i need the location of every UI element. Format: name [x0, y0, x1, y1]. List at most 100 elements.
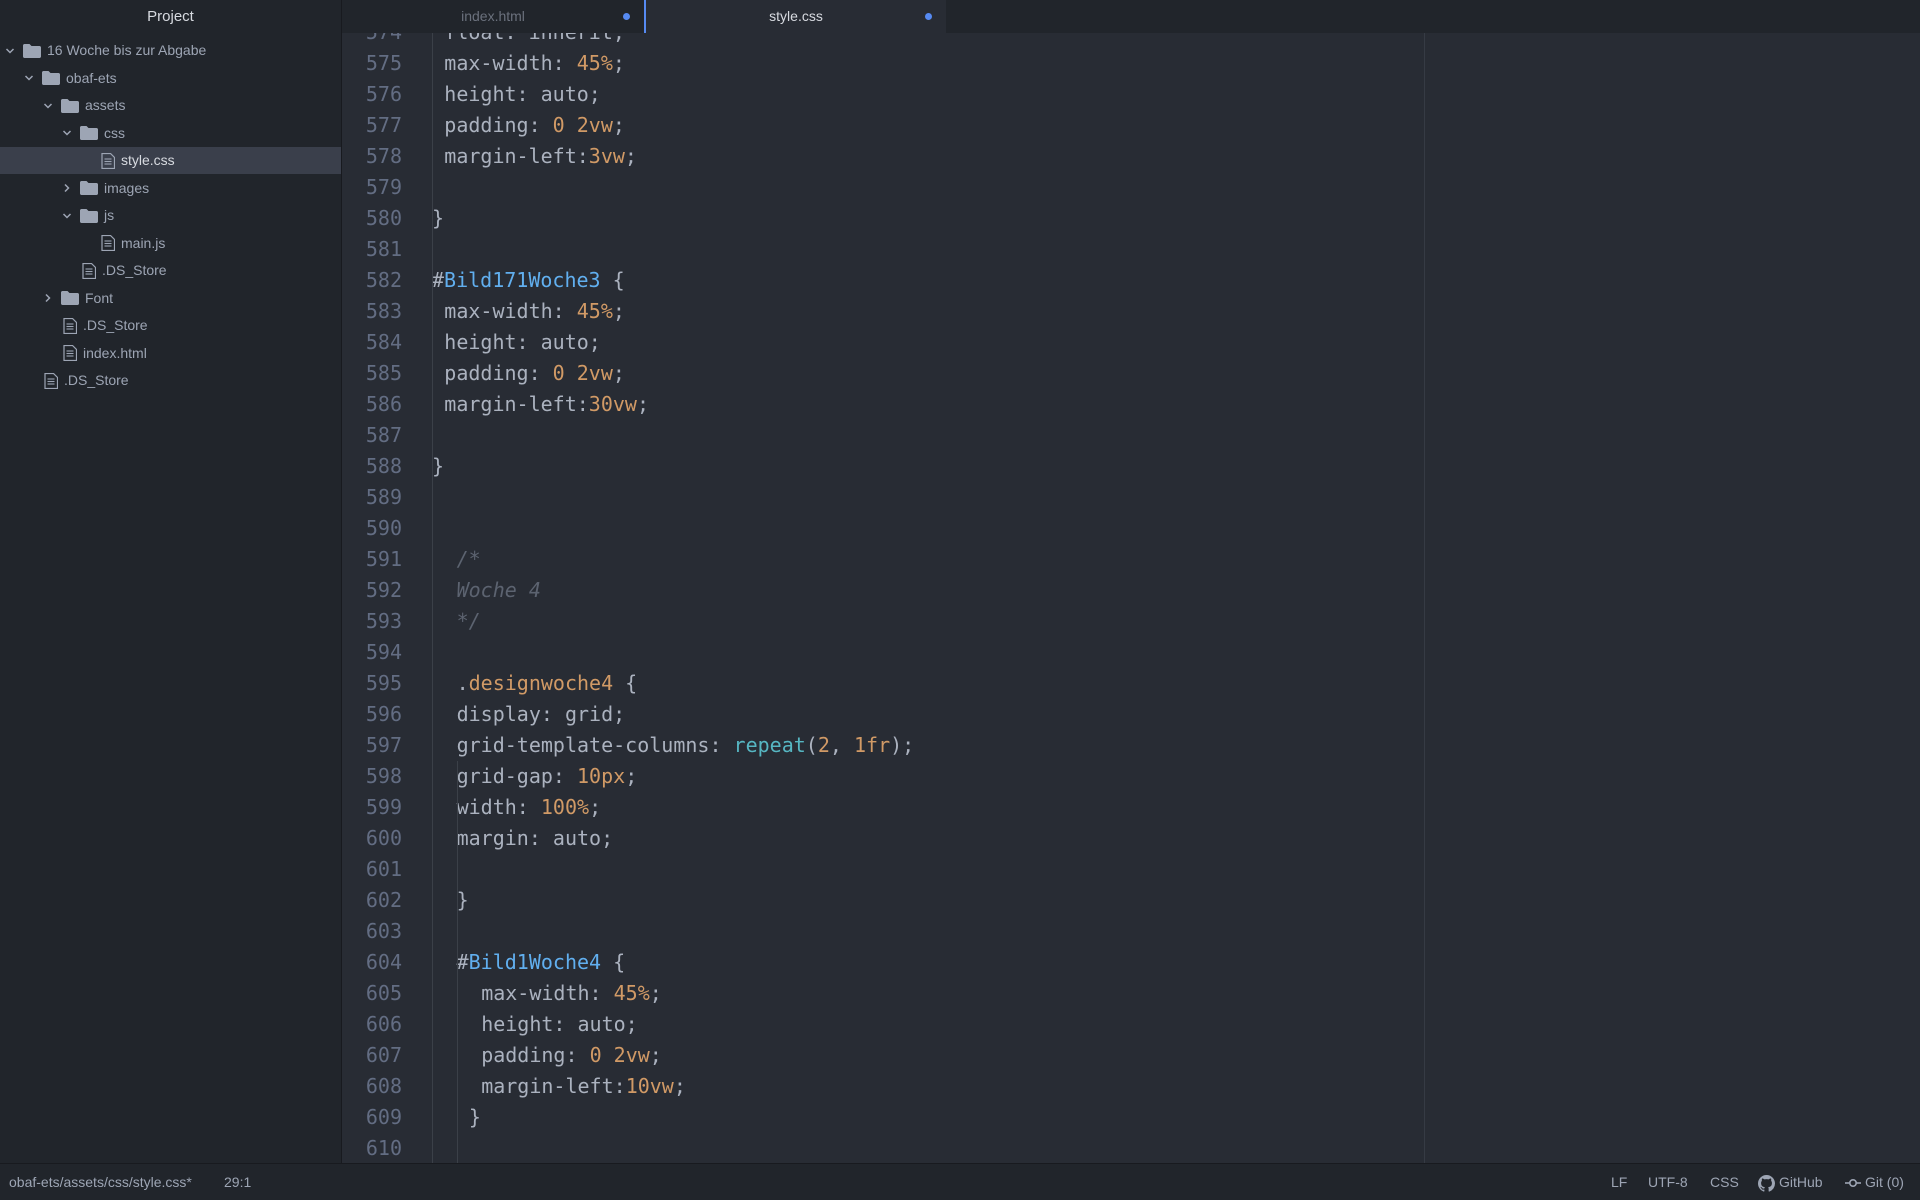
line-number[interactable]: 608: [342, 1071, 402, 1102]
tab-style-css[interactable]: style.css: [644, 0, 946, 33]
line-number[interactable]: 591: [342, 544, 402, 575]
code-line[interactable]: 584 height: auto;: [342, 327, 1920, 358]
code-line[interactable]: 587: [342, 420, 1920, 451]
line-number[interactable]: 585: [342, 358, 402, 389]
code-line[interactable]: 576 height: auto;: [342, 79, 1920, 110]
code-line[interactable]: 590: [342, 513, 1920, 544]
line-number[interactable]: 610: [342, 1133, 402, 1163]
encoding[interactable]: UTF-8: [1648, 1164, 1688, 1200]
code-line[interactable]: 579: [342, 172, 1920, 203]
line-number[interactable]: 595: [342, 668, 402, 699]
code-line[interactable]: 605 max-width: 45%;: [342, 978, 1920, 1009]
tree-item-ds-store[interactable]: .DS_Store: [0, 312, 341, 339]
chevron-down-icon[interactable]: [22, 65, 36, 92]
tree-item-style-css[interactable]: style.css: [0, 147, 341, 174]
code-line[interactable]: 598 grid-gap: 10px;: [342, 761, 1920, 792]
code-line[interactable]: 601: [342, 854, 1920, 885]
code-line[interactable]: 578 margin-left:3vw;: [342, 141, 1920, 172]
code-line[interactable]: 580}: [342, 203, 1920, 234]
code-line[interactable]: 604 #Bild1Woche4 {: [342, 947, 1920, 978]
code-line[interactable]: 606 height: auto;: [342, 1009, 1920, 1040]
line-number[interactable]: 597: [342, 730, 402, 761]
line-number[interactable]: 576: [342, 79, 402, 110]
tree-item-obaf-ets[interactable]: obaf-ets: [0, 65, 341, 92]
code-editor[interactable]: 574 float: inherit; 575 max-width: 45%; 576 h…: [342, 33, 1920, 1163]
line-number[interactable]: 606: [342, 1009, 402, 1040]
tree-item-main-js[interactable]: main.js: [0, 230, 341, 257]
file-path[interactable]: obaf-ets/assets/css/style.css*: [9, 1164, 192, 1200]
line-number[interactable]: 590: [342, 513, 402, 544]
line-number[interactable]: 598: [342, 761, 402, 792]
line-number[interactable]: 584: [342, 327, 402, 358]
code-line[interactable]: 575 max-width: 45%;: [342, 48, 1920, 79]
line-number[interactable]: 609: [342, 1102, 402, 1133]
chevron-right-icon[interactable]: [60, 175, 74, 202]
code-line[interactable]: 596 display: grid;: [342, 699, 1920, 730]
line-number[interactable]: 575: [342, 48, 402, 79]
code-line[interactable]: 582 #Bild171Woche3 {: [342, 265, 1920, 296]
line-number[interactable]: 582: [342, 265, 402, 296]
code-line[interactable]: 607 padding: 0 2vw;: [342, 1040, 1920, 1071]
tree-item-css[interactable]: css: [0, 120, 341, 147]
cursor-position[interactable]: 29:1: [224, 1164, 251, 1200]
chevron-down-icon[interactable]: [60, 120, 74, 147]
code-line[interactable]: 585 padding: 0 2vw;: [342, 358, 1920, 389]
code-line[interactable]: 602}: [342, 885, 1920, 916]
code-line[interactable]: 593 */: [342, 606, 1920, 637]
line-number[interactable]: 587: [342, 420, 402, 451]
code-line[interactable]: 599 width: 100%;: [342, 792, 1920, 823]
line-ending[interactable]: LF: [1611, 1164, 1627, 1200]
line-number[interactable]: 603: [342, 916, 402, 947]
code-line[interactable]: 574 float: inherit;: [342, 33, 1920, 48]
code-line[interactable]: 594: [342, 637, 1920, 668]
line-number[interactable]: 581: [342, 234, 402, 265]
code-line[interactable]: 577 padding: 0 2vw;: [342, 110, 1920, 141]
line-number[interactable]: 601: [342, 854, 402, 885]
line-number[interactable]: 578: [342, 141, 402, 172]
line-number[interactable]: 592: [342, 575, 402, 606]
code-line[interactable]: 592 Woche 4: [342, 575, 1920, 606]
tree-item-16-woche-bis-zur-abgabe[interactable]: 16 Woche bis zur Abgabe: [0, 37, 341, 64]
line-number[interactable]: 583: [342, 296, 402, 327]
code-line[interactable]: 608 margin-left:10vw;: [342, 1071, 1920, 1102]
line-number[interactable]: 600: [342, 823, 402, 854]
line-number[interactable]: 596: [342, 699, 402, 730]
line-number[interactable]: 607: [342, 1040, 402, 1071]
code-line[interactable]: 600 margin: auto;: [342, 823, 1920, 854]
grammar-selector[interactable]: CSS: [1710, 1164, 1739, 1200]
code-line[interactable]: 588}: [342, 451, 1920, 482]
code-line[interactable]: 583 max-width: 45%;: [342, 296, 1920, 327]
code-line[interactable]: 589: [342, 482, 1920, 513]
line-number[interactable]: 588: [342, 451, 402, 482]
line-number[interactable]: 577: [342, 110, 402, 141]
tree-item-ds-store[interactable]: .DS_Store: [0, 257, 341, 284]
code-line[interactable]: 595 .designwoche4 {: [342, 668, 1920, 699]
line-number[interactable]: 574: [342, 33, 402, 48]
tree-item-ds-store[interactable]: .DS_Store: [0, 367, 341, 394]
chevron-down-icon[interactable]: [41, 92, 55, 119]
line-number[interactable]: 604: [342, 947, 402, 978]
line-number[interactable]: 605: [342, 978, 402, 1009]
tree-item-assets[interactable]: assets: [0, 92, 341, 119]
line-number[interactable]: 586: [342, 389, 402, 420]
line-number[interactable]: 579: [342, 172, 402, 203]
code-line[interactable]: 586 margin-left:30vw;: [342, 389, 1920, 420]
tab-index-html[interactable]: index.html: [342, 0, 644, 33]
chevron-right-icon[interactable]: [41, 285, 55, 312]
chevron-down-icon[interactable]: [3, 37, 17, 64]
git-button[interactable]: Git (0): [1845, 1164, 1904, 1200]
code-line[interactable]: 603: [342, 916, 1920, 947]
code-line[interactable]: 597 grid-template-columns: repeat(2, 1fr)…: [342, 730, 1920, 761]
code-line[interactable]: 609}: [342, 1102, 1920, 1133]
line-number[interactable]: 589: [342, 482, 402, 513]
line-number[interactable]: 599: [342, 792, 402, 823]
code-line[interactable]: 610: [342, 1133, 1920, 1163]
chevron-down-icon[interactable]: [60, 202, 74, 229]
code-line[interactable]: 581: [342, 234, 1920, 265]
tree-item-font[interactable]: Font: [0, 285, 341, 312]
tree-item-index-html[interactable]: index.html: [0, 340, 341, 367]
line-number[interactable]: 602: [342, 885, 402, 916]
tree-item-js[interactable]: js: [0, 202, 341, 229]
tree-item-images[interactable]: images: [0, 175, 341, 202]
line-number[interactable]: 580: [342, 203, 402, 234]
